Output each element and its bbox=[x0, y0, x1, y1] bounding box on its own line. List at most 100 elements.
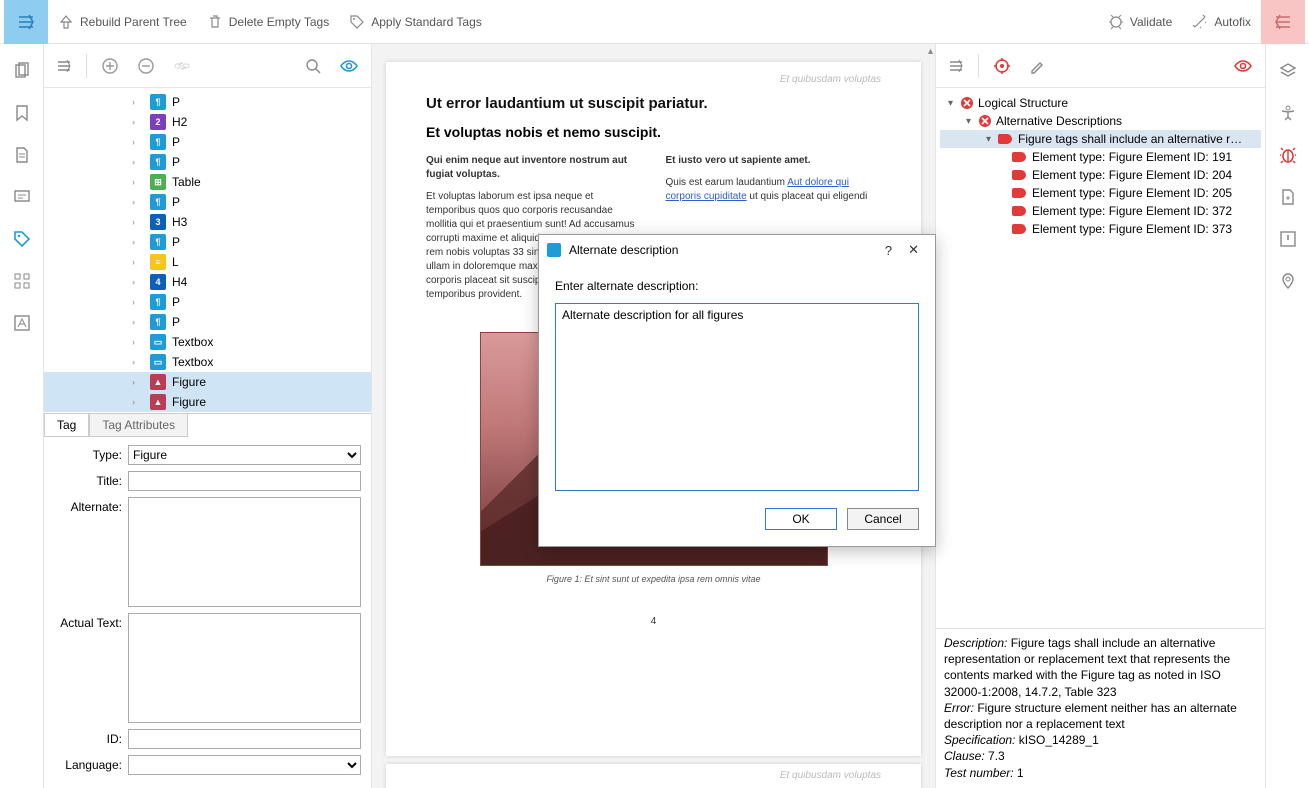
doc-pagenum: 4 bbox=[426, 616, 881, 627]
tree-item-p[interactable]: ›¶P bbox=[44, 152, 371, 172]
edit-icon[interactable] bbox=[1025, 54, 1049, 78]
tree-item-textbox[interactable]: ›▭Textbox bbox=[44, 352, 371, 372]
help-button[interactable]: ? bbox=[877, 239, 900, 262]
grid-icon[interactable] bbox=[13, 272, 31, 290]
bookmark-icon[interactable] bbox=[13, 104, 31, 122]
p-tag-icon: ¶ bbox=[150, 154, 166, 170]
tree-item-figure[interactable]: ›▲Figure bbox=[44, 372, 371, 392]
tree-item-p[interactable]: ›¶P bbox=[44, 232, 371, 252]
tree-item-p[interactable]: ›¶P bbox=[44, 412, 371, 413]
alternate-textarea[interactable] bbox=[128, 497, 361, 607]
panel-toggle-left[interactable] bbox=[4, 0, 48, 44]
issue-element-label: Element type: Figure Element ID: 191 bbox=[1032, 150, 1232, 164]
h2-tag-icon: 2 bbox=[150, 114, 166, 130]
caret-icon[interactable]: › bbox=[132, 397, 135, 407]
caret-icon[interactable]: › bbox=[132, 377, 135, 387]
collapse-tree-icon[interactable] bbox=[52, 54, 76, 78]
caret-icon[interactable]: › bbox=[132, 237, 135, 247]
copy-icon[interactable] bbox=[13, 62, 31, 80]
tree-item-p[interactable]: ›¶P bbox=[44, 312, 371, 332]
issue-root-label: Logical Structure bbox=[978, 96, 1068, 110]
panel-toggle-right[interactable] bbox=[1261, 0, 1305, 44]
caret-icon[interactable]: › bbox=[132, 217, 135, 227]
actualtext-textarea[interactable] bbox=[128, 613, 361, 723]
issue-element[interactable]: Element type: Figure Element ID: 204 bbox=[940, 166, 1261, 184]
rebuild-parent-tree[interactable]: Rebuild Parent Tree bbox=[48, 0, 197, 43]
issue-element[interactable]: Element type: Figure Element ID: 191 bbox=[940, 148, 1261, 166]
caret-icon[interactable]: › bbox=[132, 257, 135, 267]
caret-icon[interactable]: › bbox=[132, 157, 135, 167]
apply-standard-tags[interactable]: Apply Standard Tags bbox=[339, 0, 492, 43]
caret-icon[interactable]: › bbox=[132, 297, 135, 307]
delete-empty-tags[interactable]: Delete Empty Tags bbox=[197, 0, 340, 43]
collapse-issues-icon[interactable] bbox=[944, 54, 968, 78]
tree-item-figure[interactable]: ›▲Figure bbox=[44, 392, 371, 412]
caret-icon[interactable]: › bbox=[132, 137, 135, 147]
tree-item-p[interactable]: ›¶P bbox=[44, 192, 371, 212]
caret-icon[interactable]: › bbox=[132, 277, 135, 287]
caret-icon[interactable]: › bbox=[132, 97, 135, 107]
remove-icon[interactable] bbox=[133, 53, 159, 79]
search-icon[interactable] bbox=[301, 54, 325, 78]
tree-item-p[interactable]: ›¶P bbox=[44, 132, 371, 152]
element-tag-icon bbox=[1012, 188, 1026, 198]
caret-icon[interactable]: › bbox=[132, 197, 135, 207]
accessibility-icon[interactable] bbox=[1279, 104, 1297, 122]
bug-red-icon[interactable] bbox=[1279, 146, 1297, 164]
issue-element[interactable]: Element type: Figure Element ID: 372 bbox=[940, 202, 1261, 220]
issue-element-label: Element type: Figure Element ID: 205 bbox=[1032, 186, 1232, 200]
p-tag-icon: ¶ bbox=[150, 234, 166, 250]
issue-root[interactable]: ▾ Logical Structure bbox=[940, 94, 1261, 112]
alternate-description-textarea[interactable] bbox=[555, 303, 919, 491]
tree-item-p[interactable]: ›¶P bbox=[44, 92, 371, 112]
target-icon[interactable] bbox=[989, 53, 1015, 79]
tree-item-h2[interactable]: ›2H2 bbox=[44, 112, 371, 132]
location-icon[interactable] bbox=[1279, 272, 1297, 290]
caret-icon[interactable]: › bbox=[132, 357, 135, 367]
eye-icon[interactable] bbox=[335, 52, 363, 80]
tree-item-textbox[interactable]: ›▭Textbox bbox=[44, 332, 371, 352]
element-tag-icon bbox=[1012, 224, 1026, 234]
tags-icon[interactable] bbox=[13, 230, 31, 248]
tree-item-p[interactable]: ›¶P bbox=[44, 292, 371, 312]
text-icon[interactable] bbox=[13, 314, 31, 332]
doc-plus-icon[interactable] bbox=[1279, 188, 1297, 206]
caret-icon[interactable]: › bbox=[132, 337, 135, 347]
close-button[interactable]: ✕ bbox=[900, 238, 927, 262]
title-input[interactable] bbox=[128, 471, 361, 491]
doc-h2: Et voluptas nobis et nemo suscipit. bbox=[426, 124, 881, 140]
eye-red-icon[interactable] bbox=[1229, 52, 1257, 80]
autofix-button[interactable]: Autofix bbox=[1182, 0, 1261, 43]
cancel-button[interactable]: Cancel bbox=[847, 508, 919, 530]
validate-button[interactable]: Validate bbox=[1098, 0, 1182, 43]
doc-h1: Ut error laudantium ut suscipit pariatur… bbox=[426, 95, 881, 112]
issues-tree[interactable]: ▾ Logical Structure ▾ Alternative Descri… bbox=[936, 88, 1265, 628]
tab-tag[interactable]: Tag bbox=[44, 414, 89, 437]
page-icon[interactable] bbox=[13, 146, 31, 164]
warning-icon[interactable] bbox=[1279, 230, 1297, 248]
tree-item-h3[interactable]: ›3H3 bbox=[44, 212, 371, 232]
tag-tree[interactable]: ›¶P›2H2›¶P›¶P›⊞Table›¶P›3H3›¶P›≡L›4H4›¶P… bbox=[44, 88, 371, 413]
tree-item-l[interactable]: ›≡L bbox=[44, 252, 371, 272]
add-icon[interactable] bbox=[97, 53, 123, 79]
scroll-up-icon[interactable]: ▴ bbox=[928, 46, 933, 57]
issue-element[interactable]: Element type: Figure Element ID: 205 bbox=[940, 184, 1261, 202]
tab-attributes[interactable]: Tag Attributes bbox=[89, 414, 188, 437]
ok-button[interactable]: OK bbox=[765, 508, 837, 530]
language-select[interactable] bbox=[128, 755, 361, 775]
tree-item-table[interactable]: ›⊞Table bbox=[44, 172, 371, 192]
id-input[interactable] bbox=[128, 729, 361, 749]
caret-icon[interactable]: › bbox=[132, 117, 135, 127]
caret-icon[interactable]: › bbox=[132, 177, 135, 187]
caret-icon[interactable]: › bbox=[132, 317, 135, 327]
tree-item-h4[interactable]: ›4H4 bbox=[44, 272, 371, 292]
issue-rule[interactable]: ▾ Figure tags shall include an alternati… bbox=[940, 130, 1261, 148]
issue-rule-label: Figure tags shall include an alternative… bbox=[1018, 132, 1248, 146]
issue-element[interactable]: Element type: Figure Element ID: 373 bbox=[940, 220, 1261, 238]
dialog-icon bbox=[547, 243, 561, 257]
layers-icon[interactable] bbox=[1279, 62, 1297, 80]
type-select[interactable]: Figure bbox=[128, 445, 361, 465]
issue-category[interactable]: ▾ Alternative Descriptions bbox=[940, 112, 1261, 130]
comment-icon[interactable] bbox=[13, 188, 31, 206]
link-icon[interactable] bbox=[169, 53, 195, 79]
